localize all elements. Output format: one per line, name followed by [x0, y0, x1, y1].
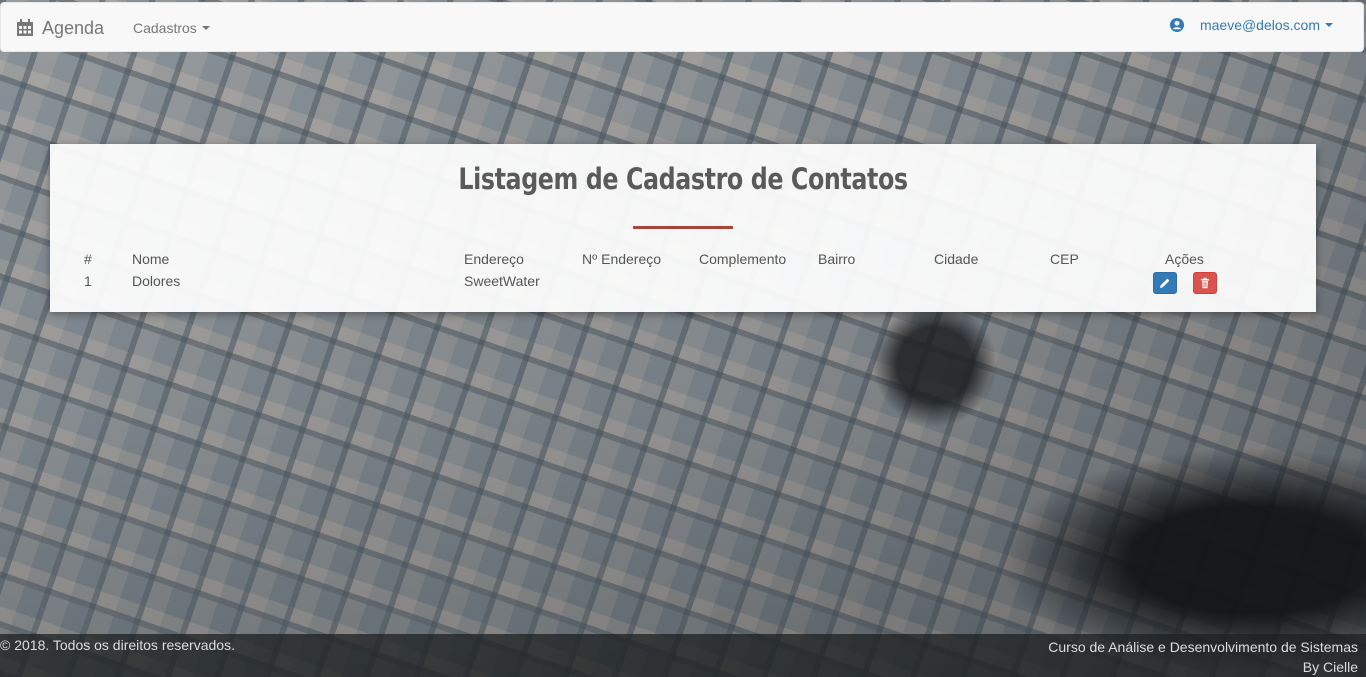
column-header-numero: Nº Endereço — [582, 251, 662, 267]
cell-endereco: SweetWater — [464, 273, 540, 289]
column-header-complemento: Complemento — [699, 251, 787, 267]
trash-icon — [1201, 277, 1209, 289]
column-header-endereco: Endereço — [464, 251, 524, 267]
user-icon — [1169, 18, 1184, 32]
cadastros-dropdown[interactable]: Cadastros — [133, 3, 210, 53]
column-header-acoes: Ações — [1165, 251, 1204, 267]
contacts-panel: Listagem de Cadastro de Contatos # Nome … — [50, 144, 1316, 312]
chevron-down-icon — [1325, 23, 1333, 27]
title-divider — [633, 226, 733, 229]
cell-nome: Dolores — [132, 273, 181, 289]
top-navbar: Agenda Cadastros maeve@delos.com — [0, 2, 1364, 52]
pencil-icon — [1160, 278, 1170, 288]
chevron-down-icon — [201, 26, 210, 30]
column-header-cep: CEP — [1050, 251, 1079, 267]
column-header-nome: Nome — [132, 251, 170, 267]
column-header-id: # — [84, 251, 92, 267]
footer-copyright: © 2018. Todos os direitos reservados. — [0, 637, 235, 653]
delete-button[interactable] — [1193, 272, 1217, 294]
footer-credits: Curso de Análise e Desenvolvimento de Si… — [1048, 637, 1358, 677]
edit-button[interactable] — [1153, 272, 1177, 294]
user-menu-dropdown[interactable]: maeve@delos.com — [1169, 3, 1333, 47]
page-footer: © 2018. Todos os direitos reservados. Cu… — [0, 634, 1366, 677]
brand-label: Agenda — [42, 17, 105, 38]
cell-id: 1 — [84, 273, 92, 289]
cadastros-label: Cadastros — [133, 20, 197, 36]
footer-author: By Cielle — [1302, 659, 1358, 675]
brand-link[interactable]: Agenda — [16, 3, 104, 53]
user-email: maeve@delos.com — [1199, 17, 1320, 33]
column-header-cidade: Cidade — [934, 251, 979, 267]
page-title: Listagem de Cadastro de Contatos — [458, 162, 908, 196]
footer-course: Curso de Análise e Desenvolvimento de Si… — [1048, 639, 1358, 655]
column-header-bairro: Bairro — [818, 251, 856, 267]
calendar-icon — [17, 19, 33, 36]
